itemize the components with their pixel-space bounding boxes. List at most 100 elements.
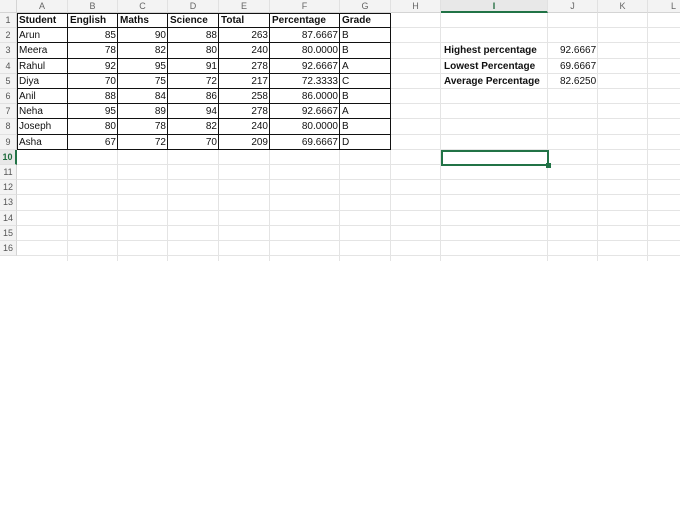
table-cell[interactable]: 278	[219, 59, 270, 74]
stat-value-cell[interactable]: 92.6667	[558, 43, 608, 58]
row-header-10[interactable]: 10	[0, 149, 17, 165]
student-name-cell[interactable]: Anil	[17, 89, 68, 104]
table-cell[interactable]: 80.0000	[270, 119, 340, 134]
table-cell[interactable]: B	[340, 119, 391, 134]
table-header-cell[interactable]: Grade	[340, 13, 391, 28]
table-cell[interactable]: 94	[168, 104, 219, 119]
table-header-cell[interactable]: Total	[219, 13, 270, 28]
student-name-cell[interactable]: Meera	[17, 43, 68, 58]
student-name-cell[interactable]: Rahul	[17, 59, 68, 74]
active-cell-selection[interactable]	[441, 150, 549, 166]
stat-value-cell[interactable]: 69.6667	[558, 59, 608, 74]
column-header-e[interactable]: E	[219, 0, 270, 13]
row-header-13[interactable]: 13	[0, 195, 17, 211]
stat-label-cell[interactable]: Highest percentage	[442, 43, 549, 58]
table-cell[interactable]: 80	[68, 119, 118, 134]
row-header-12[interactable]: 12	[0, 180, 17, 196]
table-cell[interactable]: 80.0000	[270, 43, 340, 58]
row-header-7[interactable]: 7	[0, 104, 17, 120]
table-cell[interactable]: 240	[219, 119, 270, 134]
table-cell[interactable]: 67	[68, 135, 118, 150]
table-cell[interactable]: 92.6667	[270, 59, 340, 74]
table-cell[interactable]: C	[340, 74, 391, 89]
table-cell[interactable]: 88	[68, 89, 118, 104]
column-header-h[interactable]: H	[391, 0, 441, 13]
table-cell[interactable]: 95	[118, 59, 168, 74]
select-all-corner[interactable]	[0, 0, 17, 13]
table-cell[interactable]: 87.6667	[270, 28, 340, 43]
table-cell[interactable]: 217	[219, 74, 270, 89]
column-header-a[interactable]: A	[17, 0, 68, 13]
column-header-b[interactable]: B	[68, 0, 118, 13]
table-header-cell[interactable]: Maths	[118, 13, 168, 28]
table-cell[interactable]: 209	[219, 135, 270, 150]
table-cell[interactable]: A	[340, 59, 391, 74]
row-header-16[interactable]: 16	[0, 241, 17, 257]
row-header-5[interactable]: 5	[0, 73, 17, 89]
row-header-8[interactable]: 8	[0, 119, 17, 135]
table-cell[interactable]: 92.6667	[270, 104, 340, 119]
row-header-9[interactable]: 9	[0, 134, 17, 150]
column-header-c[interactable]: C	[118, 0, 168, 13]
table-cell[interactable]: 70	[68, 74, 118, 89]
table-cell[interactable]: D	[340, 135, 391, 150]
table-cell[interactable]: 82	[168, 119, 219, 134]
table-cell[interactable]: 72	[168, 74, 219, 89]
table-cell[interactable]: 86.0000	[270, 89, 340, 104]
table-cell[interactable]: 80	[168, 43, 219, 58]
row-header-15[interactable]: 15	[0, 225, 17, 241]
table-cell[interactable]: 91	[168, 59, 219, 74]
table-cell[interactable]: 72	[118, 135, 168, 150]
table-header-cell[interactable]: Percentage	[270, 13, 340, 28]
table-cell[interactable]: B	[340, 89, 391, 104]
table-cell[interactable]: 69.6667	[270, 135, 340, 150]
table-cell[interactable]: 78	[68, 43, 118, 58]
table-cell[interactable]: 95	[68, 104, 118, 119]
stat-label-cell[interactable]: Lowest Percentage	[442, 59, 549, 74]
table-header-cell[interactable]: Student	[17, 13, 68, 28]
row-header-14[interactable]: 14	[0, 210, 17, 226]
column-header-j[interactable]: J	[548, 0, 598, 13]
table-cell[interactable]: 278	[219, 104, 270, 119]
column-header-l[interactable]: L	[648, 0, 680, 13]
row-header-1[interactable]: 1	[0, 13, 17, 29]
column-header-i[interactable]: I	[441, 0, 548, 13]
table-cell[interactable]: 90	[118, 28, 168, 43]
table-header-cell[interactable]: Science	[168, 13, 219, 28]
student-name-cell[interactable]: Diya	[17, 74, 68, 89]
table-cell[interactable]: 82	[118, 43, 168, 58]
table-cell[interactable]: 70	[168, 135, 219, 150]
table-cell[interactable]: 88	[168, 28, 219, 43]
table-cell[interactable]: 72.3333	[270, 74, 340, 89]
spreadsheet-grid[interactable]: A B C D E F G H I J K L 1 2 3 4 5 6 7 8 9 10 11 12 13 14 15 16 Stude…	[0, 0, 680, 264]
table-cell[interactable]: 258	[219, 89, 270, 104]
student-name-cell[interactable]: Arun	[17, 28, 68, 43]
table-header-cell[interactable]: English	[68, 13, 118, 28]
table-cell[interactable]: B	[340, 28, 391, 43]
column-header-g[interactable]: G	[340, 0, 391, 13]
column-header-d[interactable]: D	[168, 0, 219, 13]
table-cell[interactable]: 84	[118, 89, 168, 104]
table-cell[interactable]: 78	[118, 119, 168, 134]
row-header-2[interactable]: 2	[0, 28, 17, 44]
stat-value-cell[interactable]: 82.6250	[558, 74, 608, 89]
table-cell[interactable]: 75	[118, 74, 168, 89]
table-cell[interactable]: 86	[168, 89, 219, 104]
table-cell[interactable]: 263	[219, 28, 270, 43]
student-name-cell[interactable]: Asha	[17, 135, 68, 150]
table-cell[interactable]: 85	[68, 28, 118, 43]
row-header-11[interactable]: 11	[0, 165, 17, 181]
fill-handle[interactable]	[546, 163, 551, 168]
row-header-4[interactable]: 4	[0, 58, 17, 74]
column-header-k[interactable]: K	[598, 0, 648, 13]
stat-label-cell[interactable]: Average Percentage	[442, 74, 549, 89]
column-header-f[interactable]: F	[270, 0, 340, 13]
table-cell[interactable]: A	[340, 104, 391, 119]
row-header-3[interactable]: 3	[0, 43, 17, 59]
table-cell[interactable]: 240	[219, 43, 270, 58]
table-cell[interactable]: B	[340, 43, 391, 58]
table-cell[interactable]: 92	[68, 59, 118, 74]
student-name-cell[interactable]: Neha	[17, 104, 68, 119]
row-header-6[interactable]: 6	[0, 89, 17, 105]
student-name-cell[interactable]: Joseph	[17, 119, 68, 134]
